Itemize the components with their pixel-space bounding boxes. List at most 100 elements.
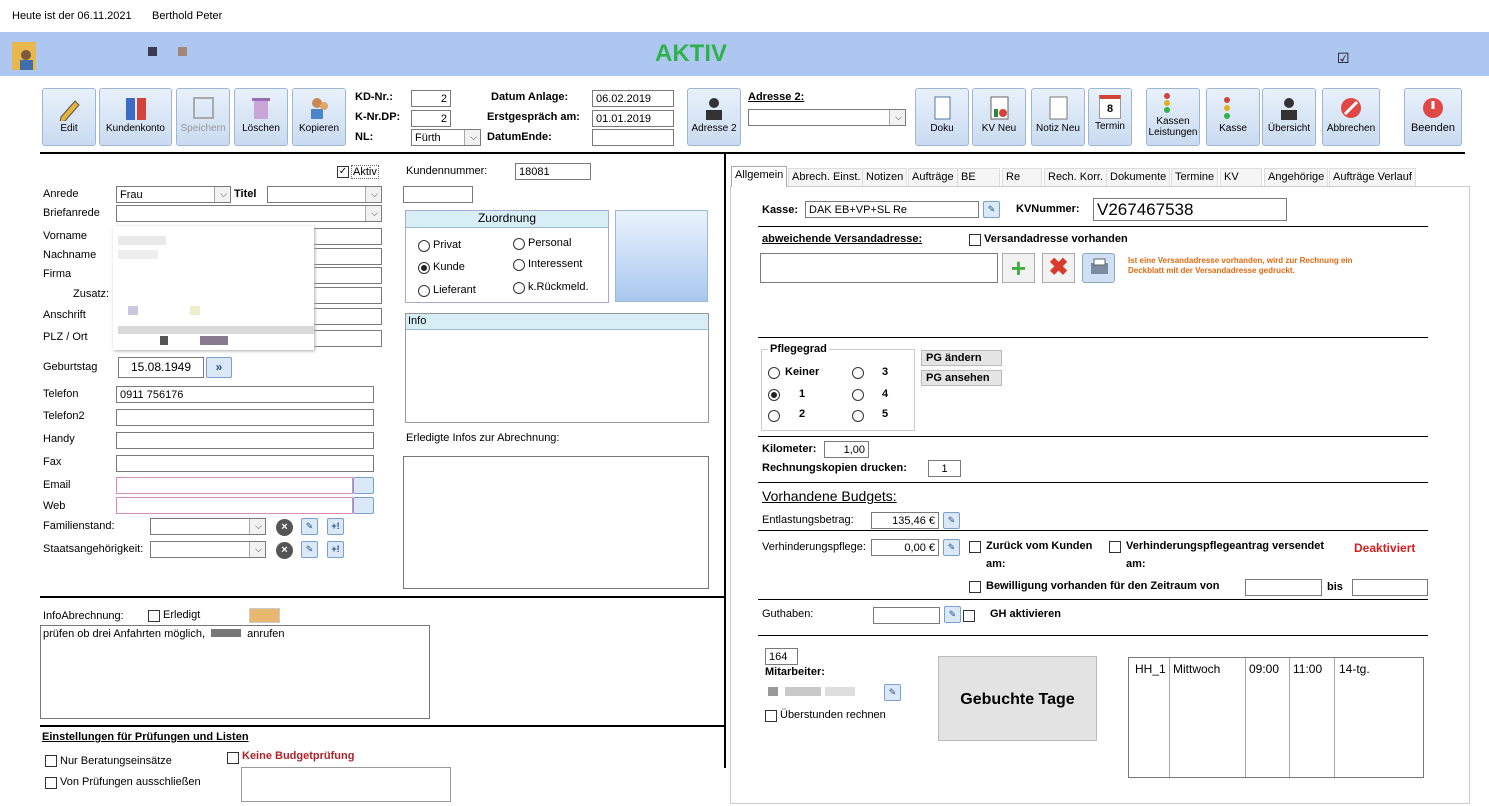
print-icon[interactable] xyxy=(1082,253,1115,283)
bewilligung-checkbox[interactable] xyxy=(969,581,981,593)
extra-field[interactable] xyxy=(403,186,473,203)
pg-aendern-button[interactable]: PG ändern xyxy=(921,350,1002,366)
table-cell[interactable]: HH_1 xyxy=(1135,662,1166,676)
anrede-select[interactable]: Frau ⌵ xyxy=(116,186,231,203)
email-send-button[interactable] xyxy=(353,477,374,494)
nl-select[interactable]: Fürth ⌵ xyxy=(411,129,481,146)
rueckmeld-radio[interactable] xyxy=(513,282,525,294)
infoabrechnung-textarea[interactable]: prüfen ob drei Anfahrten möglich, anrufe… xyxy=(40,625,430,719)
briefanrede-select[interactable]: ⌵ xyxy=(116,205,382,222)
telefon2-field[interactable] xyxy=(116,409,374,426)
kd-nr-field[interactable]: 2 xyxy=(411,90,451,107)
personal-radio[interactable] xyxy=(513,238,525,250)
notiz-neu-button[interactable]: Notiz Neu xyxy=(1031,88,1085,146)
rechnungskopien-field[interactable]: 1 xyxy=(928,460,961,477)
tab-notizen[interactable]: Notizen xyxy=(862,168,908,186)
staatsangehoerigkeit-select[interactable]: ⌵ xyxy=(150,541,266,558)
adresse2-button[interactable]: Adresse 2 xyxy=(687,88,741,146)
clear-icon[interactable]: × xyxy=(276,542,293,559)
versandadresse-field[interactable] xyxy=(760,253,998,283)
kvnummer-field[interactable]: V267467538 xyxy=(1093,198,1287,221)
kv-neu-button[interactable]: KV Neu xyxy=(972,88,1026,146)
aktiv-checkbox[interactable]: ✓ xyxy=(337,166,349,178)
antrag-checkbox[interactable] xyxy=(1109,541,1121,553)
tab-be[interactable]: BE xyxy=(957,168,1000,186)
erledigte-infos-textarea[interactable] xyxy=(403,456,709,589)
kopieren-button[interactable]: Kopieren xyxy=(292,88,346,146)
web-field[interactable] xyxy=(116,497,353,514)
verhinderung-edit-icon[interactable]: ✎ xyxy=(943,539,960,556)
edit-pencil-icon[interactable]: ✎ xyxy=(301,518,318,535)
mitarbeiter-number-field[interactable]: 164 xyxy=(765,648,798,665)
add-icon[interactable]: + xyxy=(1002,253,1035,283)
table-cell[interactable]: Mittwoch xyxy=(1173,662,1220,676)
keine-budget-checkbox[interactable] xyxy=(227,752,239,764)
bewilligung-bis-field[interactable] xyxy=(1352,579,1428,596)
table-cell[interactable]: 14-tg. xyxy=(1339,662,1370,676)
kunde-radio[interactable] xyxy=(418,262,430,274)
pg-2-radio[interactable] xyxy=(768,410,780,422)
pg-keiner-radio[interactable] xyxy=(768,367,780,379)
nur-beratung-checkbox[interactable] xyxy=(45,755,57,767)
ueberstunden-checkbox[interactable] xyxy=(765,710,777,722)
doku-button[interactable]: Doku xyxy=(915,88,969,146)
clear-icon[interactable]: × xyxy=(276,519,293,536)
add-entry-icon[interactable]: +! xyxy=(327,518,344,535)
banner-checkbox[interactable]: ☑ xyxy=(1337,50,1350,67)
speichern-button[interactable]: Speichern xyxy=(176,88,230,146)
tab-re[interactable]: Re xyxy=(1002,168,1042,186)
k-nr-dp-field[interactable]: 2 xyxy=(411,110,451,127)
tab-dokumente[interactable]: Dokumente xyxy=(1106,168,1171,186)
tab-allgemein[interactable]: Allgemein xyxy=(731,166,788,187)
abbrechen-button[interactable]: Abbrechen xyxy=(1322,88,1380,146)
mitarbeiter-edit-icon[interactable]: ✎ xyxy=(884,684,901,701)
edit-button[interactable]: Edit xyxy=(42,88,96,146)
bewilligung-von-field[interactable] xyxy=(1245,579,1322,596)
tab-auftraege-verlauf[interactable]: Aufträge Verlauf xyxy=(1329,168,1416,186)
uebersicht-button[interactable]: Übersicht xyxy=(1262,88,1316,146)
erledigt-checkbox[interactable] xyxy=(148,610,160,622)
familienstand-select[interactable]: ⌵ xyxy=(150,518,266,535)
delete-icon[interactable]: ✖ xyxy=(1042,253,1075,283)
add-entry-icon[interactable]: +! xyxy=(327,541,344,558)
entlastung-edit-icon[interactable]: ✎ xyxy=(943,512,960,529)
adresse2-select[interactable]: ⌵ xyxy=(748,109,906,126)
handy-field[interactable] xyxy=(116,432,374,449)
geburtstag-forward-button[interactable]: » xyxy=(206,357,232,378)
fax-field[interactable] xyxy=(116,455,374,472)
termin-button[interactable]: 8 Termin xyxy=(1088,88,1132,146)
zurueck-checkbox[interactable] xyxy=(969,541,981,553)
color-swatch[interactable] xyxy=(249,608,280,623)
versandadresse-checkbox[interactable] xyxy=(969,234,981,246)
interessent-radio[interactable] xyxy=(513,259,525,271)
guthaben-field[interactable] xyxy=(873,607,940,624)
kilometer-field[interactable]: 1,00 xyxy=(824,441,869,458)
guthaben-edit-icon[interactable]: ✎ xyxy=(944,606,961,623)
tab-abrech-einst[interactable]: Abrech. Einst. xyxy=(788,168,865,186)
pg-5-radio[interactable] xyxy=(852,410,864,422)
tab-termine[interactable]: Termine xyxy=(1171,168,1219,186)
mitarbeiter-field[interactable] xyxy=(765,685,878,698)
titel-select[interactable]: ⌵ xyxy=(267,186,382,203)
datum-anlage-field[interactable]: 06.02.2019 xyxy=(592,90,674,107)
verhinderungspflege-field[interactable]: 0,00 € xyxy=(871,539,939,556)
kasse-edit-icon[interactable]: ✎ xyxy=(983,201,1000,218)
kundenkonto-button[interactable]: Kundenkonto xyxy=(99,88,172,146)
web-open-button[interactable] xyxy=(353,497,374,514)
erstgespraech-field[interactable]: 01.01.2019 xyxy=(592,110,674,127)
beenden-button[interactable]: Beenden xyxy=(1404,88,1462,146)
pg-3-radio[interactable] xyxy=(852,367,864,379)
kasse-button[interactable]: Kasse xyxy=(1206,88,1260,146)
tab-auftraege[interactable]: Aufträge xyxy=(908,168,958,186)
edit-pencil-icon[interactable]: ✎ xyxy=(301,541,318,558)
datum-ende-field[interactable] xyxy=(592,129,674,146)
loeschen-button[interactable]: Löschen xyxy=(234,88,288,146)
pg-4-radio[interactable] xyxy=(852,389,864,401)
pg-1-radio[interactable] xyxy=(768,389,780,401)
email-field[interactable] xyxy=(116,477,353,494)
kundennummer-field[interactable]: 18081 xyxy=(515,163,591,180)
privat-radio[interactable] xyxy=(418,240,430,252)
tab-kv[interactable]: KV xyxy=(1220,168,1262,186)
telefon-field[interactable]: 0911 756176 xyxy=(116,386,374,403)
kasse-field[interactable]: DAK EB+VP+SL Re xyxy=(805,201,979,218)
